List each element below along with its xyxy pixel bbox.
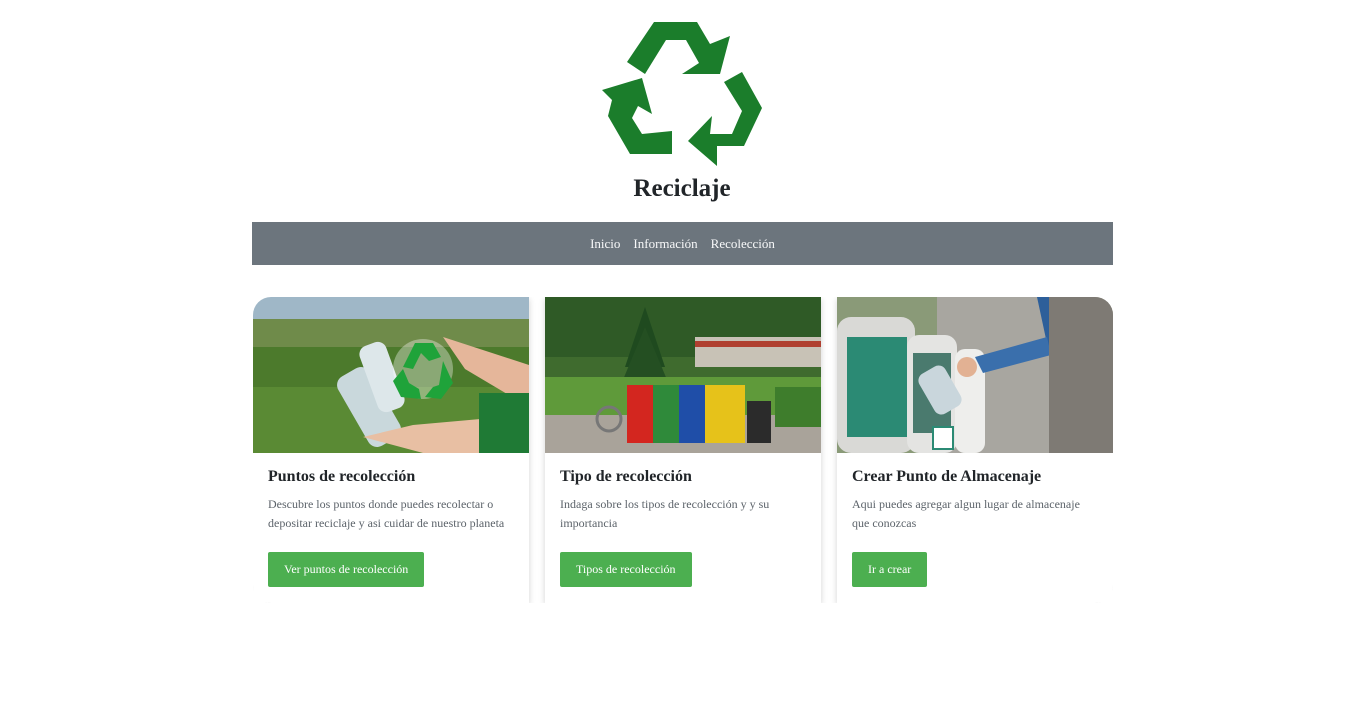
ir-a-crear-button[interactable]: Ir a crear bbox=[852, 552, 928, 587]
hands-plastic-bottles-photo bbox=[253, 297, 529, 453]
recycle-icon bbox=[602, 22, 762, 166]
tipos-recoleccion-button[interactable]: Tipos de recolección bbox=[560, 552, 692, 587]
card-text: Descubre los puntos donde puedes recolec… bbox=[268, 497, 505, 530]
card-text: Indaga sobre los tipos de recolección y … bbox=[560, 497, 770, 530]
recycle-logo bbox=[602, 16, 764, 174]
card-title: Tipo de recolección bbox=[560, 468, 692, 485]
card-puntos-recoleccion: Puntos de recolección Descubre los punto… bbox=[253, 297, 529, 603]
site-title: Reciclaje bbox=[633, 175, 731, 202]
nav-link-recoleccion[interactable]: Recolección bbox=[711, 236, 775, 252]
card-tipo-recoleccion: Tipo de recolección Indaga sobre los tip… bbox=[545, 297, 821, 603]
person-throwing-bottle-photo bbox=[837, 297, 1113, 453]
park-recycling-bins-photo bbox=[545, 297, 821, 453]
main-navbar: Inicio Información Recolección bbox=[252, 222, 1113, 265]
card-text: Aqui puedes agregar algun lugar de almac… bbox=[852, 497, 1080, 530]
card-crear-punto: Crear Punto de Almacenaje Aqui puedes ag… bbox=[837, 297, 1113, 603]
card-title: Crear Punto de Almacenaje bbox=[852, 468, 1042, 485]
nav-link-informacion[interactable]: Información bbox=[633, 236, 697, 252]
nav-link-inicio[interactable]: Inicio bbox=[590, 236, 620, 252]
card-title: Puntos de recolección bbox=[268, 468, 416, 485]
card-group: Puntos de recolección Descubre los punto… bbox=[253, 297, 1113, 603]
ver-puntos-button[interactable]: Ver puntos de recolección bbox=[268, 552, 425, 587]
